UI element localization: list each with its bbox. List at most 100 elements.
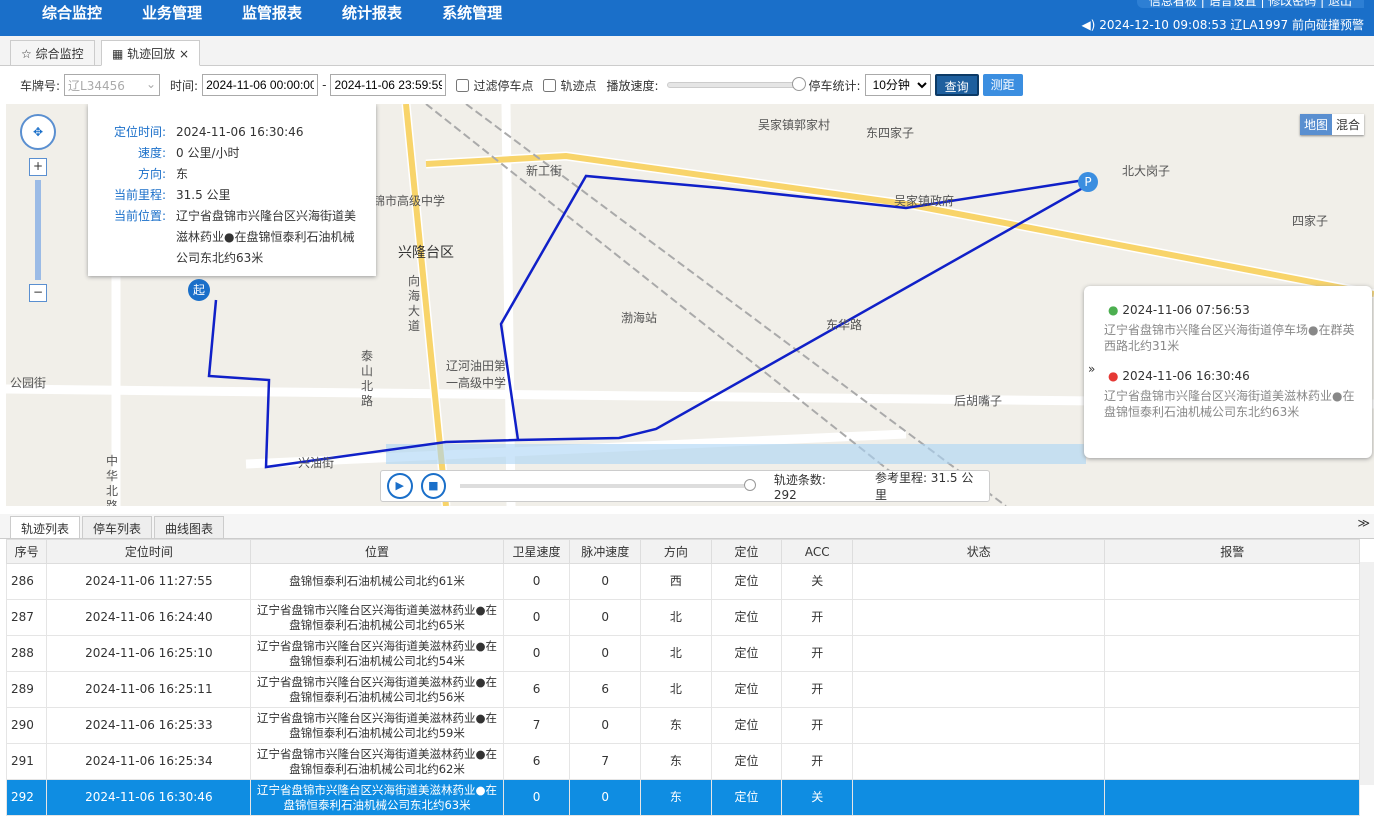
parking-marker-icon[interactable]: P	[1078, 172, 1098, 192]
stop-button[interactable]: ■	[420, 473, 447, 499]
playback-bar: ▶ ■ 轨迹条数: 292 参考里程: 31.5 公里	[380, 470, 990, 502]
table-row[interactable]: 291 2024-11-06 16:25:34 辽宁省盘锦市兴隆台区兴海街道美滋林药…	[5, 743, 1360, 780]
table-cell: 288	[5, 635, 48, 672]
speed-slider[interactable]	[666, 77, 806, 91]
close-icon[interactable]: ×	[179, 47, 189, 61]
table-row[interactable]: 288 2024-11-06 16:25:10 辽宁省盘锦市兴隆台区兴海街道美滋林药…	[5, 635, 1360, 672]
start-time-input[interactable]	[202, 74, 319, 96]
stop-stat-select[interactable]: 10分钟	[864, 74, 931, 96]
tab-track-list[interactable]: 轨迹列表	[10, 516, 81, 539]
link-voice[interactable]: 语音设置	[1209, 0, 1257, 8]
tab-monitor[interactable]: ☆ 综合监控	[10, 40, 95, 66]
table-cell	[1104, 635, 1360, 672]
tab-label: 综合监控	[35, 47, 84, 61]
table-cell: 西	[640, 563, 712, 600]
alert-text: 2024-12-10 09:08:53 辽LA1997 前向碰撞预警	[1099, 18, 1364, 32]
nav-item[interactable]: 综合监控	[42, 2, 102, 23]
link-dashboard[interactable]: 信息看板	[1149, 0, 1197, 8]
map-label: 中华北路	[106, 454, 119, 506]
map-type-mixed[interactable]: 混合	[1331, 114, 1364, 135]
zoom-out-button[interactable]: −	[29, 284, 47, 302]
column-header[interactable]: 报警	[1104, 539, 1360, 564]
map-label: 吴家镇郭家村	[758, 118, 831, 132]
table-cell: 2024-11-06 16:25:33	[46, 707, 252, 744]
filter-stop-checkbox[interactable]	[456, 78, 470, 92]
table-cell: 开	[781, 599, 854, 636]
slider-handle[interactable]	[791, 77, 806, 91]
table-cell: 定位	[710, 707, 783, 744]
map-label: 兴隆台区	[398, 245, 454, 261]
info-value: 东	[176, 167, 189, 181]
column-header[interactable]: 位置	[250, 539, 504, 564]
column-header[interactable]: 脉冲速度	[569, 539, 642, 564]
table-row[interactable]: 289 2024-11-06 16:25:11 辽宁省盘锦市兴隆台区兴海街道美滋林药…	[5, 671, 1360, 708]
column-header[interactable]: 卫星速度	[502, 539, 571, 564]
table-cell: 辽宁省盘锦市兴隆台区兴海街道美滋林药业●在盘锦恒泰利石油机械公司北约54米	[250, 635, 504, 672]
progress-handle[interactable]	[744, 479, 757, 491]
table-cell: 0	[502, 563, 571, 600]
start-marker-icon[interactable]: 起	[188, 279, 210, 301]
link-logout[interactable]: 退出	[1328, 0, 1352, 8]
end-time-input[interactable]	[330, 74, 447, 96]
table-cell: 289	[5, 671, 48, 708]
info-key: 定位时间:	[113, 125, 166, 139]
alert-ticker[interactable]: ◀) 2024-12-10 09:08:53 辽LA1997 前向碰撞预警	[1081, 16, 1364, 33]
column-header[interactable]: 状态	[852, 539, 1106, 564]
reference-mileage: 参考里程: 31.5 公里	[874, 471, 974, 502]
table-cell: 0	[502, 599, 571, 636]
nav-item[interactable]: 业务管理	[142, 2, 202, 23]
nav-item[interactable]: 系统管理	[442, 2, 502, 23]
play-button[interactable]: ▶	[387, 473, 413, 499]
table-cell: 东	[640, 743, 712, 780]
table-row[interactable]: 287 2024-11-06 16:24:40 辽宁省盘锦市兴隆台区兴海街道美滋林药…	[5, 599, 1360, 636]
column-header[interactable]: ACC	[781, 539, 854, 564]
table-cell: 定位	[710, 635, 783, 672]
column-header[interactable]: 定位时间	[46, 539, 252, 564]
map-type-map[interactable]: 地图	[1299, 114, 1332, 135]
map-label: 新工街	[526, 164, 563, 178]
zoom-in-button[interactable]: +	[29, 158, 47, 176]
end-address: 辽宁省盘锦市兴隆台区兴海街道美滋林药业●在盘锦恒泰利石油机械公司东北约63米	[1104, 389, 1355, 419]
bottom-tabs: 轨迹列表 停车列表 曲线图表 ≫	[0, 514, 1374, 539]
plate-select[interactable]: 辽L34456 ⌄	[64, 74, 161, 96]
playback-progress[interactable]	[460, 479, 757, 491]
map-label: 泰山北路	[361, 349, 374, 408]
map-label: 四家子	[1292, 214, 1329, 228]
tab-stop-list[interactable]: 停车列表	[82, 516, 153, 539]
column-header[interactable]: 序号	[5, 539, 48, 564]
info-key: 当前位置:	[113, 209, 166, 223]
query-button[interactable]: 查询	[934, 74, 979, 96]
table-cell: 定位	[710, 743, 783, 780]
table-cell	[1104, 599, 1360, 636]
table-cell: 290	[5, 707, 48, 744]
info-row: 速度: 0 公里/小时	[98, 143, 366, 164]
table-row[interactable]: 286 2024-11-06 11:27:55 盘锦恒泰利石油机械公司北约61米 0 0…	[5, 563, 1360, 600]
table-cell: 开	[781, 743, 854, 780]
table-cell: 定位	[710, 671, 783, 708]
time-label: 时间:	[170, 78, 199, 93]
top-links: 信息看板 | 语音设置 | 修改密码 | 退出	[1136, 0, 1364, 8]
pan-control[interactable]: ✥	[20, 114, 56, 150]
column-header[interactable]: 方向	[640, 539, 712, 564]
nav-item[interactable]: 监管报表	[242, 2, 302, 23]
measure-button[interactable]: 测距	[982, 74, 1023, 96]
track-point-checkbox[interactable]	[543, 78, 557, 92]
tab-playback[interactable]: ▦ 轨迹回放 ×	[101, 40, 201, 66]
collapse-icon[interactable]: »	[1088, 361, 1095, 377]
tab-label: 轨迹回放	[127, 47, 176, 61]
collapse-down-icon[interactable]: ≫	[1357, 516, 1370, 530]
zoom-slider[interactable]	[35, 180, 41, 280]
table-scrollbar[interactable]	[1360, 562, 1374, 785]
column-header[interactable]: 定位	[710, 539, 783, 564]
tab-curve-chart[interactable]: 曲线图表	[154, 516, 225, 539]
table-cell: 2024-11-06 16:25:10	[46, 635, 252, 672]
map-label: 向海大道	[408, 274, 421, 333]
table-cell: 辽宁省盘锦市兴隆台区兴海街道美滋林药业●在盘锦恒泰利石油机械公司北约65米	[250, 599, 504, 636]
start-time: 2024-11-06 07:56:53	[1122, 303, 1250, 317]
map-label: 渤海站	[621, 311, 658, 325]
table-row[interactable]: 290 2024-11-06 16:25:33 辽宁省盘锦市兴隆台区兴海街道美滋林药…	[5, 707, 1360, 744]
map[interactable]: 新工街 兴隆台区 向海大道 渤海站 吴家镇政府 吴家镇郭家村 东四家子 北大岗子 四家子 公园街 泰…	[6, 104, 1374, 506]
info-row: 当前位置: 辽宁省盘锦市兴隆台区兴海街道美滋林药业●在盘锦恒泰利石油机械公司东北约…	[98, 206, 366, 269]
link-password[interactable]: 修改密码	[1268, 0, 1316, 8]
nav-item[interactable]: 统计报表	[342, 2, 402, 23]
